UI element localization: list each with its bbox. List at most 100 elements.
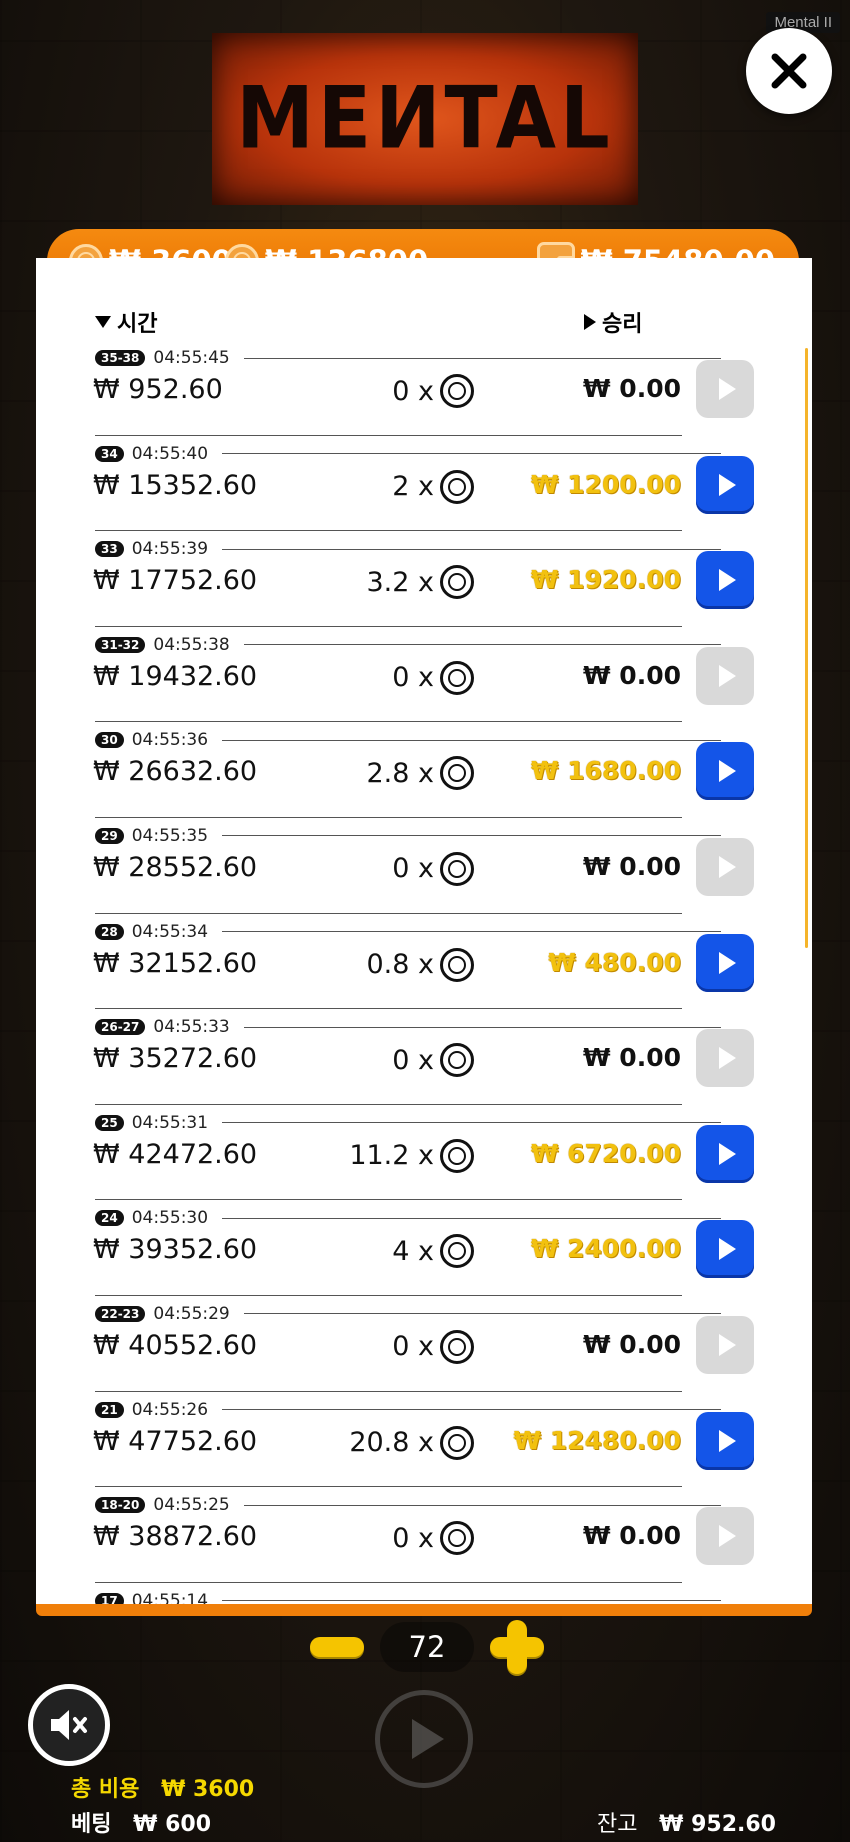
- row-multiplier: 2 x: [316, 469, 474, 504]
- replay-button[interactable]: [696, 1411, 754, 1470]
- play-icon: [718, 1142, 736, 1165]
- row-time: 04:55:26: [131, 1399, 209, 1420]
- total-cost-value: ₩ 3600: [161, 1777, 255, 1802]
- bet-value: ₩ 600: [133, 1812, 212, 1837]
- round-badge: 30: [95, 732, 124, 749]
- play-icon: [718, 378, 736, 400]
- multiplier-text: 20.8 x: [349, 1427, 434, 1459]
- balance: 잔고 ₩ 952.60: [597, 1806, 776, 1838]
- sort-by-time[interactable]: 시간: [95, 306, 157, 338]
- history-row: 33 04:55:39 ₩ 17752.60 3.2 x ₩ 1920.00: [36, 531, 812, 627]
- row-balance: ₩ 28552.60: [93, 851, 258, 883]
- row-balance: ₩ 40552.60: [93, 1329, 258, 1361]
- row-meta: 17 04:55:14: [95, 1591, 721, 1604]
- row-balance: ₩ 39352.60: [93, 1234, 258, 1266]
- history-row: 35-38 04:55:45 ₩ 952.60 0 x ₩ 0.00: [36, 340, 812, 436]
- play-icon: [718, 569, 736, 592]
- row-time: 04:55:36: [131, 730, 209, 751]
- row-win: ₩ 480.00: [548, 947, 681, 977]
- row-meta: 34 04:55:40: [95, 444, 721, 464]
- multiplier-text: 0 x: [392, 1522, 434, 1554]
- replay-button: [696, 1507, 754, 1566]
- round-badge: 35-38: [95, 350, 146, 366]
- round-count: 72: [380, 1622, 474, 1672]
- row-multiplier: 0 x: [316, 1329, 474, 1364]
- play-icon: [718, 1238, 736, 1261]
- decrease-button[interactable]: [310, 1637, 364, 1657]
- coin-icon: [440, 1329, 474, 1364]
- history-row: 29 04:55:35 ₩ 28552.60 0 x ₩ 0.00: [36, 818, 812, 914]
- coin-icon: [440, 756, 474, 791]
- play-icon: [718, 1525, 736, 1548]
- coin-icon: [440, 1138, 474, 1173]
- sort-by-win[interactable]: 승리: [584, 306, 642, 338]
- row-time: 04:55:30: [131, 1208, 209, 1229]
- row-balance: ₩ 47752.60: [93, 1425, 258, 1457]
- row-balance: ₩ 32152.60: [93, 947, 258, 979]
- row-time: 04:55:34: [131, 921, 209, 942]
- replay-button[interactable]: [696, 551, 754, 610]
- row-balance: ₩ 35272.60: [93, 1043, 258, 1075]
- row-time: 04:55:25: [153, 1495, 230, 1516]
- row-meta: 29 04:55:35: [95, 826, 721, 846]
- divider: [222, 548, 721, 550]
- replay-button[interactable]: [696, 1124, 754, 1183]
- increase-button[interactable]: [490, 1620, 544, 1674]
- multiplier-text: 0 x: [392, 375, 434, 407]
- divider: [222, 931, 721, 933]
- row-win: ₩ 12480.00: [513, 1425, 681, 1455]
- play-icon: [718, 951, 736, 974]
- coin-icon: [440, 565, 474, 600]
- row-meta: 26-27 04:55:33: [95, 1017, 721, 1037]
- multiplier-text: 3.2 x: [366, 566, 435, 598]
- coin-icon: [440, 1234, 474, 1269]
- logo-text: MEИTAL: [236, 69, 614, 169]
- total-cost-label: 총 비용: [71, 1777, 140, 1802]
- history-row: 22-23 04:55:29 ₩ 40552.60 0 x ₩ 0.00: [36, 1296, 812, 1392]
- history-row: 30 04:55:36 ₩ 26632.60 2.8 x ₩ 1680.00: [36, 722, 812, 818]
- row-time: 04:55:40: [131, 443, 209, 464]
- bet-amount: 베팅 ₩ 600: [71, 1806, 211, 1838]
- row-multiplier: 4 x: [316, 1234, 474, 1269]
- replay-button: [696, 1029, 754, 1088]
- coin-icon: [440, 1043, 474, 1078]
- caret-down-icon: [95, 316, 111, 328]
- time-column-label: 시간: [117, 312, 158, 337]
- row-multiplier: 0 x: [316, 660, 474, 695]
- divider: [243, 1313, 721, 1315]
- replay-play-button[interactable]: [375, 1690, 473, 1788]
- row-multiplier: 0 x: [316, 1521, 474, 1556]
- divider: [243, 1026, 721, 1028]
- mute-button[interactable]: [28, 1684, 110, 1766]
- history-row: 34 04:55:40 ₩ 15352.60 2 x ₩ 1200.00: [36, 436, 812, 532]
- row-win: ₩ 0.00: [583, 660, 681, 690]
- row-meta: 30 04:55:36: [95, 730, 721, 750]
- replay-button[interactable]: [696, 742, 754, 801]
- coin-icon: [440, 374, 474, 408]
- row-meta: 18-20 04:55:25: [95, 1495, 721, 1515]
- speaker-muted-icon: [51, 1710, 87, 1740]
- bet-label: 베팅: [71, 1812, 112, 1837]
- row-time: 04:55:39: [131, 539, 209, 560]
- row-time: 04:55:29: [153, 1303, 230, 1324]
- row-time: 04:55:31: [131, 1112, 209, 1133]
- balance-value: ₩ 952.60: [659, 1812, 776, 1837]
- replay-button: [696, 646, 754, 705]
- replay-button[interactable]: [696, 455, 754, 514]
- row-win: ₩ 6720.00: [530, 1138, 681, 1168]
- row-balance: ₩ 38872.60: [93, 1521, 258, 1553]
- divider: [222, 1217, 721, 1219]
- row-multiplier: 0 x: [316, 851, 474, 886]
- history-row: 21 04:55:26 ₩ 47752.60 20.8 x ₩ 12480.00: [36, 1392, 812, 1488]
- row-meta: 28 04:55:34: [95, 922, 721, 942]
- row-meta: 33 04:55:39: [95, 539, 721, 559]
- multiplier-text: 0 x: [392, 1044, 434, 1076]
- multiplier-text: 0.8 x: [366, 949, 435, 981]
- replay-button[interactable]: [696, 933, 754, 992]
- row-win: ₩ 1920.00: [530, 565, 681, 595]
- row-meta: 22-23 04:55:29: [95, 1304, 721, 1324]
- row-meta: 25 04:55:31: [95, 1113, 721, 1133]
- close-button[interactable]: [746, 28, 832, 114]
- replay-button[interactable]: [696, 1220, 754, 1279]
- row-time: 04:55:35: [131, 825, 209, 846]
